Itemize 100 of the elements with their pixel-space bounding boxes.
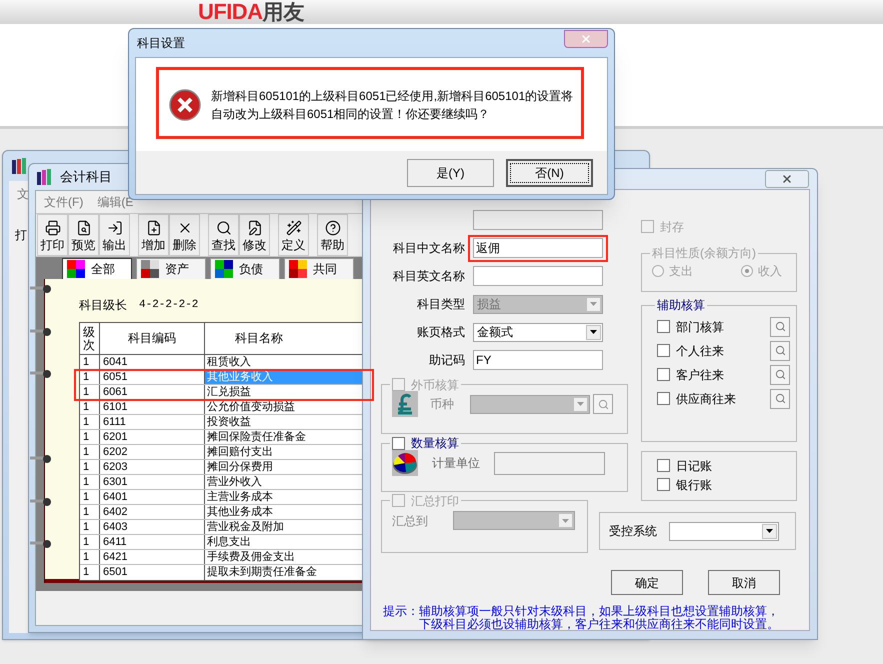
- toolbar-button[interactable]: 打: [15, 228, 27, 242]
- checkbox[interactable]: [392, 436, 405, 450]
- lookup-button[interactable]: [770, 316, 790, 336]
- page-plus-icon: [146, 220, 162, 236]
- toolbar-button[interactable]: 打印: [37, 214, 68, 256]
- input-field[interactable]: [494, 452, 605, 474]
- checkbox-label: 日记账: [676, 460, 712, 472]
- search-icon: [598, 398, 608, 410]
- tab[interactable]: 共同: [284, 258, 354, 279]
- table-cell: 1: [80, 550, 100, 564]
- toolbar-button[interactable]: 帮助: [317, 214, 348, 256]
- toolbar-button[interactable]: 增加: [138, 214, 169, 256]
- pie-chart-icon: [392, 450, 418, 476]
- hint-label: 提示：: [383, 605, 419, 620]
- books-icon: [11, 157, 29, 175]
- tab-icon: [67, 260, 85, 278]
- table-cell: 6401: [100, 490, 205, 504]
- magic-wand-icon: [286, 220, 302, 236]
- radio-label: 收入: [758, 263, 782, 280]
- field-label: 科目类型: [416, 296, 465, 313]
- close-button[interactable]: [765, 170, 809, 188]
- spiral-ring-icon: [29, 369, 53, 379]
- window-title: 会计科目: [60, 168, 112, 186]
- books-icon: [36, 168, 54, 186]
- table-cell: 6041: [100, 355, 205, 369]
- checkbox-label: 外币核算: [411, 378, 459, 390]
- dialog-button[interactable]: 取消: [708, 570, 780, 595]
- table-cell: 6421: [100, 550, 205, 564]
- lookup-button[interactable]: [770, 388, 790, 408]
- close-button[interactable]: [564, 30, 608, 48]
- table-cell: 1: [80, 400, 100, 414]
- checkbox-label: 封存: [660, 220, 684, 232]
- spiral-ring-icon: [29, 454, 53, 464]
- field-label: 科目中文名称: [392, 240, 465, 257]
- table-cell: 1: [80, 535, 100, 549]
- toolbar-button[interactable]: 查找: [208, 214, 239, 256]
- table-cell: 6301: [100, 475, 205, 489]
- window-title: 科目设置: [137, 35, 185, 52]
- toolbar-button[interactable]: 定义: [278, 214, 309, 256]
- hint-text: 辅助核算项一般只针对末级科目，如果上级科目也想设置辅助核算， 下级科目必须也设辅助核算，客户往来和供应商往来不能同时设置。: [419, 605, 779, 631]
- table-cell: 1: [80, 445, 100, 459]
- toolbar-button[interactable]: 修改: [239, 214, 270, 256]
- menu-item[interactable]: 编辑(E: [97, 193, 134, 211]
- table-cell: 1: [80, 490, 100, 504]
- search-icon: [774, 393, 786, 404]
- column-header: 科目编码: [100, 323, 205, 354]
- field-label: 助记码: [428, 352, 465, 369]
- toolbar-button[interactable]: 预览: [68, 214, 99, 256]
- field-label: 科目英文名称: [392, 268, 465, 285]
- arrow-into-box-icon: [106, 220, 122, 236]
- page-pen-icon: [246, 220, 262, 236]
- input-field[interactable]: FY: [473, 350, 603, 370]
- checkbox-label: 个人往来: [676, 344, 724, 356]
- tab[interactable]: 资产: [136, 258, 206, 279]
- table-cell: 6203: [100, 460, 205, 474]
- spiral-ring-icon: [29, 284, 53, 294]
- table-cell: 6201: [100, 430, 205, 444]
- dialog-button[interactable]: 否(N): [506, 158, 593, 186]
- checkbox[interactable]: [657, 478, 670, 491]
- table-cell: 6111: [100, 415, 205, 429]
- input-field[interactable]: 返佣: [473, 238, 603, 258]
- tab[interactable]: 负债: [210, 258, 280, 279]
- radio-label: 支出: [669, 263, 693, 280]
- checkbox[interactable]: [657, 368, 670, 381]
- input-field[interactable]: [473, 266, 603, 286]
- error-icon: [169, 88, 201, 120]
- checkbox-label: 银行账: [676, 478, 712, 490]
- checkbox[interactable]: [657, 320, 670, 333]
- field-label: 账页格式: [416, 324, 465, 341]
- table-cell: 1: [80, 415, 100, 429]
- lookup-button[interactable]: [593, 394, 613, 414]
- checkbox-label: 部门核算: [676, 320, 724, 332]
- spiral-ring-icon: [29, 497, 53, 507]
- dialog-button[interactable]: 确定: [611, 570, 683, 595]
- lookup-button[interactable]: [770, 340, 790, 360]
- tab-icon: [141, 260, 159, 278]
- checkbox[interactable]: [657, 344, 670, 357]
- table-cell: 6402: [100, 505, 205, 519]
- table-cell: 6501: [100, 565, 205, 580]
- menu-item[interactable]: 文: [17, 185, 29, 203]
- dialog-button[interactable]: 是(Y): [407, 158, 494, 186]
- group-title: 科目性质(余额方向): [652, 246, 756, 260]
- column-header: 科目名称: [234, 330, 284, 348]
- tab[interactable]: 全部: [62, 258, 132, 279]
- table-cell: 1: [80, 475, 100, 489]
- toolbar-button[interactable]: 输出: [99, 214, 130, 256]
- lookup-button[interactable]: [770, 364, 790, 384]
- table-cell: 1: [80, 520, 100, 534]
- close-icon: [781, 173, 793, 185]
- table-cell: 1: [80, 565, 100, 580]
- checkbox[interactable]: [657, 392, 670, 405]
- message-text: 新增科目605101的上级科目6051已经使用,新增科目605101的设置将 自动改为上级科目6051相同的设置！你还要继续吗？: [211, 88, 574, 122]
- field-label: 受控系统: [609, 523, 657, 540]
- dropdown-field[interactable]: 金额式: [473, 322, 603, 342]
- checkbox[interactable]: [657, 459, 670, 472]
- table-cell: 1: [80, 505, 100, 519]
- toolbar-button[interactable]: 删除: [169, 214, 200, 256]
- question-mark-icon: [324, 220, 340, 236]
- dropdown-field[interactable]: [669, 522, 779, 540]
- menu-item[interactable]: 文件(F): [44, 193, 84, 211]
